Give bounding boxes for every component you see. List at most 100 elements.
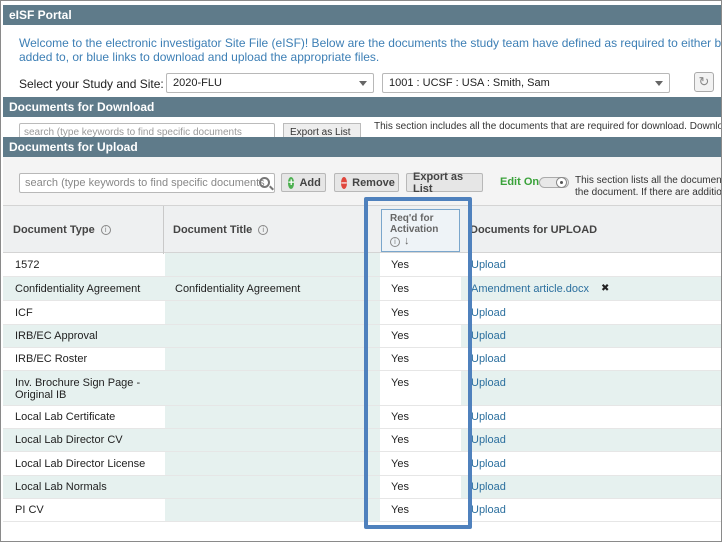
welcome-text: Welcome to the electronic investigator S…: [19, 36, 722, 64]
column-divider: [163, 206, 164, 254]
title-cell-bg: [165, 348, 380, 370]
title-cell-bg: [165, 253, 380, 276]
column-header-document-type[interactable]: Document Type i: [13, 206, 111, 254]
upload-link[interactable]: Upload: [471, 348, 506, 370]
export-button-label: Export as List: [413, 170, 464, 195]
title-cell-bg: [165, 371, 380, 405]
add-button-label: Add: [299, 176, 321, 189]
table-row: PI CV Yes Upload: [3, 499, 721, 522]
info-icon[interactable]: i: [100, 225, 111, 235]
table-row: 1572 Yes Upload: [3, 253, 721, 277]
column-header-documents-for-upload[interactable]: Documents for UPLOAD: [470, 206, 597, 254]
document-type-cell: ICF: [15, 306, 33, 319]
reqd-cell[interactable]: Yes: [391, 277, 409, 300]
title-cell-bg: [165, 429, 380, 451]
info-icon[interactable]: i: [258, 225, 269, 235]
add-button[interactable]: + Add: [281, 173, 326, 192]
reqd-cell[interactable]: Yes: [391, 499, 409, 521]
document-type-cell: Local Lab Director CV: [15, 434, 123, 446]
info-icon[interactable]: i: [390, 236, 400, 247]
eisf-portal-window: eISF Portal Welcome to the electronic in…: [0, 0, 722, 542]
document-type-cell: 1572: [15, 258, 40, 271]
reqd-cell[interactable]: Yes: [391, 452, 409, 475]
column-header-reqd-for-activation[interactable]: Req'd for Activation i ↓: [381, 209, 460, 252]
table-row: Confidentiality Agreement Confidentiality…: [3, 277, 721, 301]
upload-description: This section lists all the documents the…: [575, 175, 722, 199]
download-search-input[interactable]: search (type keywords to find specific d…: [19, 123, 275, 137]
download-section-bar[interactable]: Documents for Download: [3, 97, 721, 117]
portal-title-bar: eISF Portal: [3, 5, 721, 25]
search-icon[interactable]: [259, 177, 270, 188]
plus-circle-icon: +: [288, 176, 295, 189]
table-row: Local Lab Director License Yes Upload: [3, 452, 721, 476]
table-row: Local Lab Certificate Yes Upload: [3, 406, 721, 429]
document-type-cell: PI CV: [15, 504, 44, 516]
upload-section-title: Documents for Upload: [9, 140, 138, 154]
refresh-icon: ↻: [698, 74, 710, 89]
upload-description-line2: the document. If there are addition: [575, 187, 722, 198]
upload-link[interactable]: Upload: [471, 301, 506, 324]
chevron-down-icon: [359, 81, 367, 86]
reqd-cell[interactable]: Yes: [391, 476, 409, 498]
header-label: Document Type: [13, 224, 95, 236]
header-label: Documents for UPLOAD: [470, 224, 598, 236]
reqd-cell[interactable]: Yes: [391, 253, 409, 276]
reqd-cell[interactable]: Yes: [391, 301, 409, 324]
document-table-body: 1572 Yes Upload Confidentiality Agreement Co…: [3, 253, 721, 522]
download-description: This section includes all the documents …: [374, 121, 721, 132]
export-button[interactable]: Export as List: [406, 170, 483, 195]
upload-search-input[interactable]: search (type keywords to find specific d…: [19, 173, 275, 193]
edit-on-label: Edit On: [500, 176, 540, 188]
arrow-down-icon[interactable]: ↓: [404, 236, 410, 247]
upload-link[interactable]: Upload: [471, 406, 506, 428]
document-type-cell: IRB/EC Roster: [15, 353, 88, 365]
site-select[interactable]: 1001 : UCSF : USA : Smith, Sam: [382, 73, 670, 93]
title-cell-bg: [165, 499, 380, 521]
table-header: Document Type i Document Title i Req'd f…: [3, 205, 721, 254]
download-export-button[interactable]: Export as List: [283, 123, 361, 137]
portal-title: eISF Portal: [9, 8, 72, 22]
header-label-line1: Req'd for: [390, 213, 434, 224]
search-placeholder: search (type keywords to find specific d…: [25, 177, 265, 189]
reqd-cell[interactable]: Yes: [391, 406, 409, 428]
upload-link[interactable]: Upload: [471, 429, 506, 451]
table-row: IRB/EC Roster Yes Upload: [3, 348, 721, 371]
upload-link[interactable]: Amendment article.docx ✖: [471, 277, 609, 300]
reqd-cell[interactable]: Yes: [391, 371, 409, 405]
table-row: Inv. Brochure Sign Page - Original IB Yes…: [3, 371, 721, 406]
reqd-cell[interactable]: Yes: [391, 325, 409, 347]
upload-link[interactable]: Upload: [471, 253, 506, 276]
study-site-label: Select your Study and Site:: [19, 77, 164, 91]
title-cell-bg: [165, 452, 380, 475]
upload-link[interactable]: Upload: [471, 325, 506, 347]
document-type-cell: Local Lab Certificate: [15, 411, 116, 423]
title-cell-bg: [165, 476, 380, 498]
title-cell-bg: [165, 325, 380, 347]
upload-description-line1: This section lists all the documents: [575, 175, 722, 186]
table-row: ICF Yes Upload: [3, 301, 721, 325]
column-header-document-title[interactable]: Document Title i: [173, 206, 269, 254]
upload-link[interactable]: Upload: [471, 371, 506, 405]
close-icon[interactable]: ✖: [601, 283, 609, 294]
document-type-cell: Local Lab Director License: [15, 457, 146, 470]
title-cell-bg: [165, 406, 380, 428]
upload-section-bar[interactable]: Documents for Upload: [3, 137, 721, 157]
reqd-cell[interactable]: Yes: [391, 429, 409, 451]
document-type-cell: IRB/EC Approval: [15, 330, 98, 342]
reqd-cell[interactable]: Yes: [391, 348, 409, 370]
edit-toggle[interactable]: [539, 177, 569, 188]
header-label: Document Title: [173, 224, 253, 236]
refresh-button[interactable]: ↻: [694, 72, 714, 92]
table-row: Local Lab Director CV Yes Upload: [3, 429, 721, 452]
title-cell-bg: [165, 301, 380, 324]
upload-link[interactable]: Upload: [471, 476, 506, 498]
table-row: IRB/EC Approval Yes Upload: [3, 325, 721, 348]
document-title-cell[interactable]: Confidentiality Agreement: [175, 277, 300, 300]
study-select[interactable]: 2020-FLU: [166, 73, 374, 93]
download-section-title: Documents for Download: [9, 100, 155, 114]
upload-link[interactable]: Upload: [471, 452, 506, 475]
remove-button[interactable]: – Remove: [334, 173, 399, 192]
upload-link[interactable]: Upload: [471, 499, 506, 521]
study-select-value: 2020-FLU: [173, 77, 222, 89]
header-label-line2: Activation: [390, 224, 439, 235]
